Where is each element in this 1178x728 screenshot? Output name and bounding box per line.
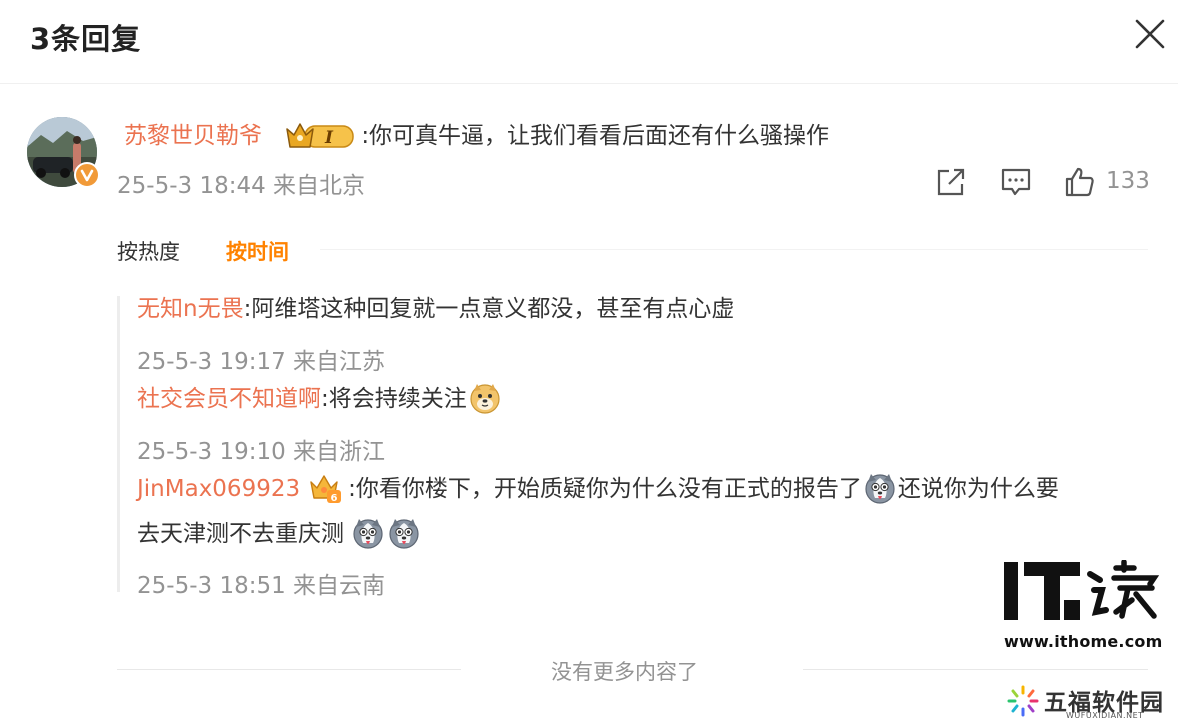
- main-comment-meta: 25-5-3 18:44 来自北京: [117, 173, 366, 199]
- reply-username[interactable]: 社交会员不知道啊: [137, 386, 321, 412]
- reply-username[interactable]: 无知n无畏: [137, 296, 244, 322]
- reply-text: 还说你为什么要: [897, 476, 1059, 502]
- ithome-url: www.ithome.com: [1004, 632, 1163, 651]
- crown-level-icon[interactable]: 6: [308, 470, 342, 504]
- share-icon[interactable]: [935, 166, 967, 198]
- husky-emoji-icon: [864, 472, 896, 504]
- dialog-title: 3条回复: [30, 22, 142, 56]
- comment-icon[interactable]: [1000, 166, 1032, 198]
- end-divider-right: [803, 669, 1148, 670]
- crown-level-text: 6: [331, 493, 338, 504]
- list-item: 社交会员不知道啊:将会持续关注: [137, 382, 503, 416]
- sort-by-hot-tab[interactable]: 按热度: [117, 236, 180, 266]
- dialog-header: 3条回复: [0, 0, 1178, 84]
- verified-badge-icon: [74, 162, 100, 188]
- reply-text: 去天津测不去重庆测: [137, 521, 344, 547]
- main-comment-username[interactable]: 苏黎世贝勒爷: [124, 123, 262, 149]
- husky-emoji-icon: [352, 517, 384, 549]
- like-icon[interactable]: [1064, 166, 1096, 198]
- member-level-badge-icon[interactable]: I: [285, 119, 355, 151]
- reply-meta: 25-5-3 18:51 来自云南: [137, 573, 386, 599]
- list-item-continued: 去天津测不去重庆测: [137, 517, 422, 551]
- reply-meta: 25-5-3 19:17 来自江苏: [137, 349, 386, 375]
- replies-thread-line: [117, 296, 120, 592]
- main-comment-line: 苏黎世贝勒爷 I :你可真牛逼，让我们看看后面还有什么骚操作: [124, 119, 829, 153]
- reply-text: :将会持续关注: [321, 386, 467, 412]
- doge-emoji-icon: [469, 382, 501, 414]
- wufu-subtitle: WUFUXIDIAN.NET: [1066, 711, 1144, 720]
- close-icon[interactable]: [1132, 16, 1168, 52]
- reply-text: :阿维塔这种回复就一点意义都没，甚至有点心虚: [243, 296, 735, 322]
- end-divider-left: [117, 669, 461, 670]
- sort-by-time-tab[interactable]: 按时间: [226, 236, 289, 266]
- like-count: 133: [1106, 168, 1150, 194]
- list-item: 无知n无畏:阿维塔这种回复就一点意义都没，甚至有点心虚: [137, 292, 734, 326]
- list-item: JinMax069923 6 :你看你楼下，开始质疑你为什么没有正式的报告了 还…: [137, 472, 1059, 506]
- no-more-content-text: 没有更多内容了: [551, 660, 698, 684]
- member-level-text: I: [324, 128, 334, 148]
- sort-divider: [320, 249, 1148, 250]
- reply-meta: 25-5-3 19:10 来自浙江: [137, 439, 386, 465]
- main-comment-text: :你可真牛逼，让我们看看后面还有什么骚操作: [361, 123, 830, 149]
- reply-text: :你看你楼下，开始质疑你为什么没有正式的报告了: [348, 476, 862, 502]
- husky-emoji-icon: [388, 517, 420, 549]
- reply-username[interactable]: JinMax069923: [137, 476, 300, 502]
